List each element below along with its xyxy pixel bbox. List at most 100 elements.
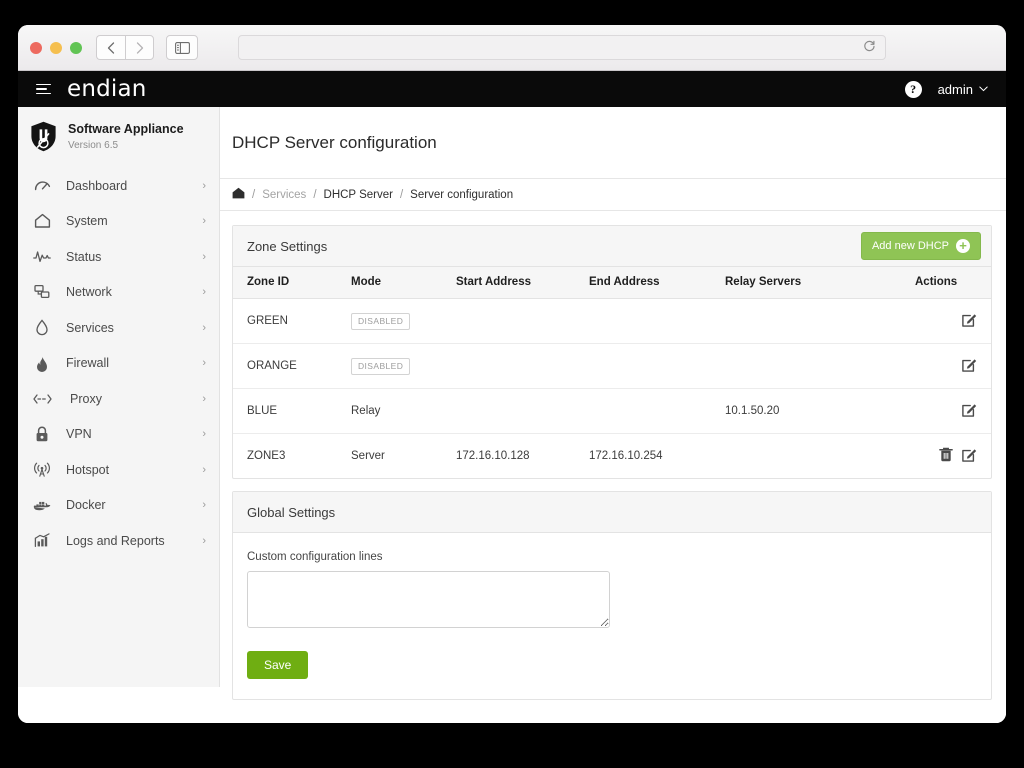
help-icon[interactable]: ? bbox=[904, 80, 922, 98]
address-bar[interactable] bbox=[238, 35, 886, 60]
menu-icon[interactable] bbox=[36, 83, 51, 95]
appliance-name: Software Appliance bbox=[68, 122, 184, 136]
sidebar-item-label: Status bbox=[66, 249, 102, 264]
sidebar-item-label: Hotspot bbox=[66, 462, 110, 477]
browser-window: endian ? admin Software Appliance Versio… bbox=[18, 25, 1006, 723]
column-start-address: Start Address bbox=[456, 267, 589, 299]
body-row: Software Appliance Version 6.5 Dashboard… bbox=[18, 107, 1006, 723]
chevron-down-icon bbox=[979, 86, 988, 92]
edit-icon[interactable] bbox=[962, 447, 977, 462]
traffic-lights bbox=[30, 41, 82, 54]
trash-icon[interactable] bbox=[939, 447, 953, 462]
sidebar-item-system[interactable]: System › bbox=[18, 204, 219, 240]
breadcrumb-item-server-configuration: Server configuration bbox=[410, 188, 514, 201]
flame-icon bbox=[32, 354, 52, 372]
table-row: ZONE3 Server 172.16.10.128 172.16.10.254 bbox=[233, 434, 991, 479]
cell-start-address: 172.16.10.128 bbox=[456, 450, 530, 462]
edit-icon[interactable] bbox=[962, 402, 977, 417]
column-end-address: End Address bbox=[589, 267, 725, 299]
chevron-right-icon: › bbox=[202, 179, 206, 192]
table-row: BLUE Relay 10.1.50.20 bbox=[233, 388, 991, 434]
cell-relay-servers bbox=[725, 298, 915, 344]
add-new-dhcp-label: Add new DHCP bbox=[871, 240, 949, 252]
network-icon bbox=[32, 283, 52, 301]
chart-icon bbox=[32, 532, 52, 550]
app-container: endian ? admin Software Appliance Versio… bbox=[18, 71, 1006, 723]
sidebar-item-status[interactable]: Status › bbox=[18, 239, 219, 275]
cell-zone-id: BLUE bbox=[233, 388, 351, 434]
endian-shield-logo bbox=[31, 121, 56, 152]
brand-logo: endian bbox=[67, 76, 147, 102]
row-actions bbox=[939, 447, 977, 462]
chevron-right-icon: › bbox=[202, 215, 206, 228]
add-new-dhcp-button[interactable]: Add new DHCP + bbox=[860, 232, 981, 260]
breadcrumb-item-services[interactable]: Services bbox=[262, 189, 306, 201]
sidebar-item-hotspot[interactable]: Hotspot › bbox=[18, 452, 219, 488]
sidebar-item-services[interactable]: Services › bbox=[18, 310, 219, 346]
global-settings-body: Custom configuration lines Save bbox=[233, 533, 991, 699]
cell-start-address bbox=[456, 343, 589, 389]
edit-icon[interactable] bbox=[962, 312, 977, 327]
custom-configuration-lines-label: Custom configuration lines bbox=[247, 551, 383, 563]
table-header-row: Zone ID Mode Start Address End Address R… bbox=[233, 267, 991, 299]
cell-mode: Server bbox=[351, 450, 385, 462]
cell-end-address bbox=[589, 343, 725, 389]
app-topbar: endian ? admin bbox=[18, 71, 1006, 107]
chevron-right-icon: › bbox=[202, 357, 206, 370]
chevron-right-icon bbox=[136, 41, 143, 54]
save-button[interactable]: Save bbox=[247, 651, 309, 679]
zone-settings-title: Zone Settings bbox=[247, 238, 328, 254]
reload-glyph bbox=[864, 40, 875, 51]
custom-configuration-lines-input[interactable] bbox=[247, 571, 610, 628]
cell-zone-id: ORANGE bbox=[233, 343, 351, 389]
sidebar-item-docker[interactable]: Docker › bbox=[18, 488, 219, 524]
forward-button[interactable] bbox=[125, 35, 154, 60]
pulse-icon bbox=[32, 248, 52, 266]
sidebar-item-label: VPN bbox=[66, 427, 92, 442]
sidebar-item-network[interactable]: Network › bbox=[18, 275, 219, 311]
reload-icon[interactable] bbox=[863, 40, 876, 56]
sidebar-item-label: Docker bbox=[66, 498, 106, 513]
table-body: GREEN DISABLED ORANGE DISABLED BLUE Rela… bbox=[233, 298, 991, 479]
column-relay-servers: Relay Servers bbox=[725, 267, 915, 299]
zone-settings-header: Zone Settings Add new DHCP + bbox=[233, 226, 991, 267]
status-badge: DISABLED bbox=[351, 357, 411, 375]
sidebar-item-logs-and-reports[interactable]: Logs and Reports › bbox=[18, 523, 219, 559]
droplet-icon bbox=[32, 319, 52, 337]
close-window-button[interactable] bbox=[30, 41, 42, 54]
lock-icon bbox=[32, 425, 52, 443]
sidebar-item-dashboard[interactable]: Dashboard › bbox=[18, 168, 219, 204]
gauge-icon bbox=[32, 177, 52, 195]
sidebar-toggle-button[interactable] bbox=[166, 35, 198, 60]
arrows-icon bbox=[32, 390, 52, 408]
table-row: GREEN DISABLED bbox=[233, 298, 991, 344]
sidebar-item-firewall[interactable]: Firewall › bbox=[18, 346, 219, 382]
cell-end-address bbox=[589, 298, 725, 344]
sidebar-item-vpn[interactable]: VPN › bbox=[18, 417, 219, 453]
chevron-right-icon: › bbox=[202, 392, 206, 405]
back-button[interactable] bbox=[96, 35, 125, 60]
antenna-icon bbox=[32, 461, 52, 479]
edit-icon[interactable] bbox=[962, 357, 977, 372]
home-icon[interactable] bbox=[232, 187, 245, 202]
user-label: admin bbox=[937, 81, 973, 97]
chevron-right-icon: › bbox=[202, 321, 206, 334]
address-bar-wrapper bbox=[238, 35, 886, 60]
breadcrumb-separator: / bbox=[252, 188, 256, 201]
sidebar-item-label: Services bbox=[66, 320, 114, 335]
chevron-right-icon: › bbox=[202, 428, 206, 441]
column-zone-id: Zone ID bbox=[233, 267, 351, 299]
breadcrumb: / Services / DHCP Server / Server config… bbox=[220, 178, 1006, 211]
breadcrumb-item-dhcp-server[interactable]: DHCP Server bbox=[324, 189, 393, 201]
sidebar-item-proxy[interactable]: Proxy › bbox=[18, 381, 219, 417]
page-title: DHCP Server configuration bbox=[232, 133, 437, 152]
maximize-window-button[interactable] bbox=[70, 41, 82, 54]
sidebar: Software Appliance Version 6.5 Dashboard… bbox=[18, 107, 220, 687]
docker-icon bbox=[32, 496, 52, 514]
cell-relay-servers bbox=[725, 434, 915, 479]
minimize-window-button[interactable] bbox=[50, 41, 62, 54]
sidebar-item-label: System bbox=[66, 214, 108, 229]
cell-actions bbox=[915, 388, 991, 434]
user-menu[interactable]: admin bbox=[938, 82, 988, 97]
cell-start-address bbox=[456, 388, 589, 434]
